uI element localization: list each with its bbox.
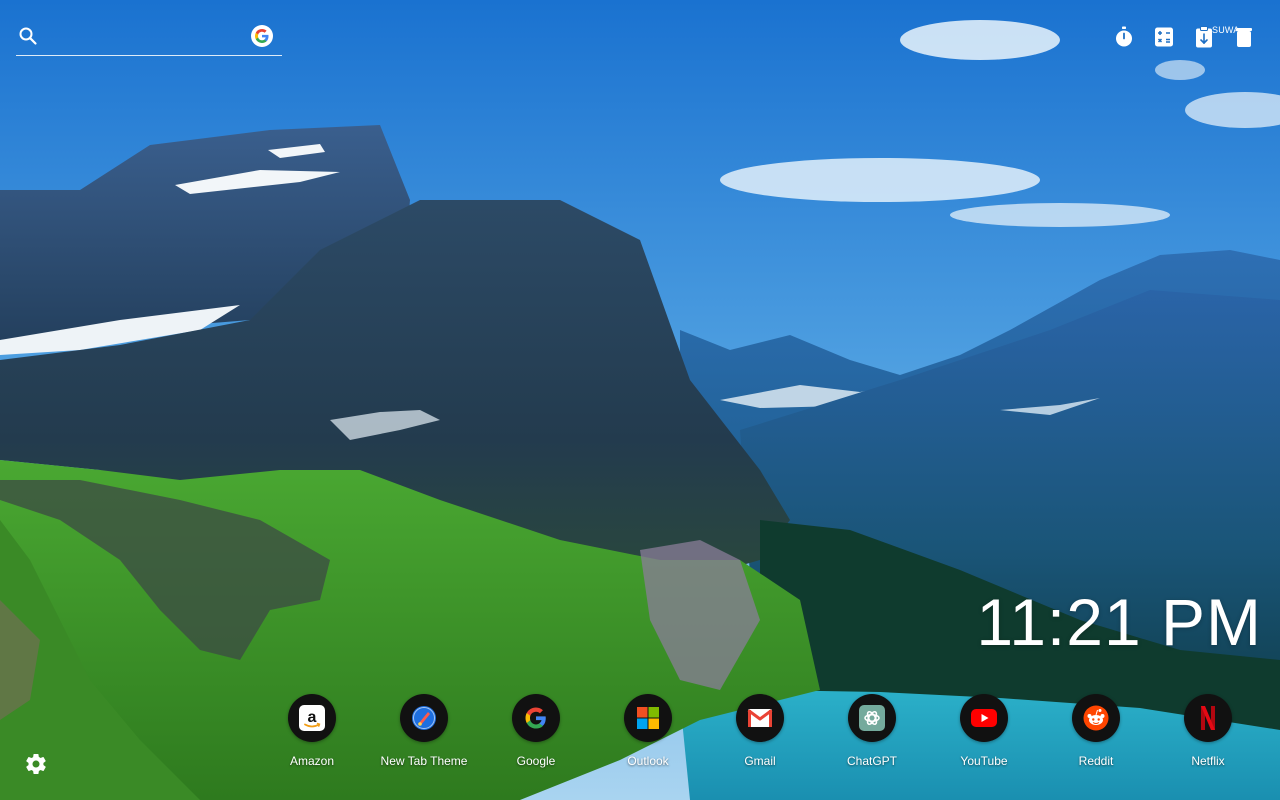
calculator-icon[interactable]	[1153, 25, 1175, 49]
outlook-icon	[624, 694, 672, 742]
google-g-icon[interactable]	[251, 25, 273, 47]
svg-text:a: a	[308, 709, 317, 726]
reddit-icon	[1072, 694, 1120, 742]
shortcut-label: Gmail	[744, 754, 776, 768]
shortcut-label: Reddit	[1078, 754, 1114, 768]
youtube-icon	[960, 694, 1008, 742]
background-wallpaper	[0, 0, 1280, 800]
netflix-icon	[1184, 694, 1232, 742]
search-bar	[16, 20, 282, 56]
gear-icon[interactable]	[24, 752, 48, 776]
new-tab-page: SUWA 11:21 PM a Amazon New Tab Theme Goo…	[0, 0, 1280, 800]
shortcut-google[interactable]: Google	[480, 694, 592, 774]
note-icon[interactable]	[1233, 25, 1255, 49]
chatgpt-icon	[848, 694, 896, 742]
shortcut-youtube[interactable]: YouTube	[928, 694, 1040, 774]
shortcut-chatgpt[interactable]: ChatGPT	[816, 694, 928, 774]
shortcut-label: New Tab Theme	[380, 754, 468, 768]
clock-time: 11:21 PM	[976, 585, 1262, 659]
shortcut-netflix[interactable]: Netflix	[1152, 694, 1264, 774]
search-icon[interactable]	[18, 26, 38, 46]
shortcut-label: Netflix	[1191, 754, 1225, 768]
new-tab-theme-icon	[400, 694, 448, 742]
shortcut-label: Outlook	[627, 754, 669, 768]
timer-icon[interactable]	[1113, 25, 1135, 49]
amazon-icon: a	[288, 694, 336, 742]
shortcut-new-tab-theme[interactable]: New Tab Theme	[368, 694, 480, 774]
search-input[interactable]	[46, 24, 250, 50]
shortcut-label: ChatGPT	[846, 754, 897, 768]
shortcut-label: Google	[516, 754, 556, 768]
shortcut-outlook[interactable]: Outlook	[592, 694, 704, 774]
google-icon	[512, 694, 560, 742]
shortcut-gmail[interactable]: Gmail	[704, 694, 816, 774]
shortcut-reddit[interactable]: Reddit	[1040, 694, 1152, 774]
shortcut-amazon[interactable]: a Amazon	[256, 694, 368, 774]
shortcut-label: Amazon	[289, 754, 335, 768]
shortcuts-dock: a Amazon New Tab Theme Google Outlook Gm…	[256, 694, 1264, 774]
gmail-icon	[736, 694, 784, 742]
shortcut-label: YouTube	[960, 754, 1008, 768]
